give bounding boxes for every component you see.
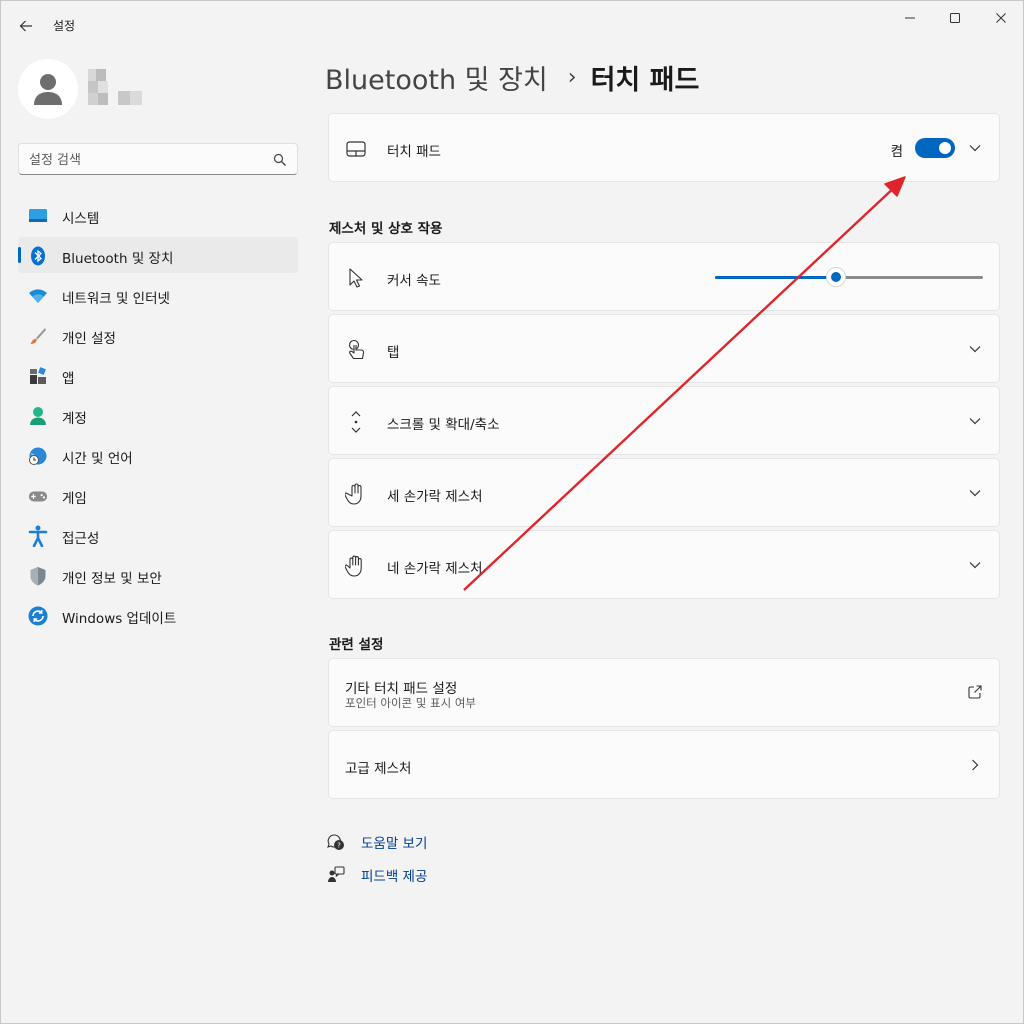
touchpad-toggle-card[interactable]: 터치 패드 켬 (328, 113, 1000, 182)
back-arrow-icon (19, 20, 32, 32)
update-icon (28, 606, 48, 626)
sidebar-item-gaming[interactable]: 게임 (18, 477, 298, 513)
profile-name-redacted (88, 69, 144, 113)
tap-icon (345, 339, 367, 361)
system-icon (28, 206, 48, 226)
advanced-gestures-card[interactable]: 고급 제스처 (328, 730, 1000, 799)
touchpad-label: 터치 패드 (387, 144, 441, 160)
apps-icon (28, 366, 48, 386)
profile-card[interactable] (18, 59, 298, 121)
tap-label: 탭 (387, 345, 400, 361)
sidebar-item-windows-update[interactable]: Windows 업데이트 (18, 597, 298, 633)
avatar (18, 59, 78, 119)
sidebar-nav: 시스템 Bluetooth 및 장치 네트워크 및 인터넷 개인 설정 앱 계정 (18, 197, 298, 637)
accessibility-icon (28, 525, 48, 547)
cursor-icon (345, 267, 367, 289)
title-bar: 설정 (1, 1, 1024, 49)
user-avatar-icon (34, 74, 62, 105)
breadcrumb-parent-link[interactable]: Bluetooth 및 장치 (325, 58, 548, 97)
sidebar-item-privacy[interactable]: 개인 정보 및 보안 (18, 557, 298, 593)
search-icon[interactable] (273, 152, 287, 166)
globe-clock-icon (28, 446, 48, 466)
sidebar-item-time-language[interactable]: 시간 및 언어 (18, 437, 298, 473)
sidebar-item-bluetooth[interactable]: Bluetooth 및 장치 (18, 237, 298, 273)
chevron-down-icon[interactable] (967, 140, 983, 156)
scroll-zoom-label: 스크롤 및 확대/축소 (387, 417, 500, 433)
page-title: 터치 패드 (590, 64, 700, 96)
minimize-icon (905, 17, 915, 19)
sidebar-item-label: 개인 정보 및 보안 (62, 571, 162, 587)
sidebar-item-label: 개인 설정 (62, 331, 116, 347)
feedback-link-label[interactable]: 피드백 제공 (361, 865, 427, 885)
maximize-button[interactable] (942, 7, 968, 29)
touchpad-toggle-switch[interactable] (915, 138, 955, 158)
cursor-speed-slider[interactable] (715, 267, 983, 287)
three-finger-card[interactable]: 세 손가락 제스처 (328, 458, 1000, 527)
toggle-state-label: 켬 (890, 144, 903, 160)
sidebar-item-label: 게임 (62, 491, 87, 507)
touchpad-icon (345, 138, 367, 160)
four-finger-label: 네 손가락 제스처 (387, 561, 483, 577)
close-button[interactable] (988, 7, 1014, 29)
wifi-icon (28, 286, 48, 306)
svg-text:?: ? (337, 842, 341, 850)
sidebar-item-network[interactable]: 네트워크 및 인터넷 (18, 277, 298, 313)
three-finger-icon (345, 483, 367, 505)
sidebar-item-system[interactable]: 시스템 (18, 197, 298, 233)
sidebar-item-label: 접근성 (62, 531, 100, 547)
cursor-speed-label: 커서 속도 (387, 273, 441, 289)
back-button[interactable] (15, 15, 37, 37)
slider-thumb[interactable] (826, 267, 846, 287)
sidebar-item-apps[interactable]: 앱 (18, 357, 298, 393)
chevron-right-icon[interactable] (967, 757, 983, 773)
scroll-zoom-card[interactable]: 스크롤 및 확대/축소 (328, 386, 1000, 455)
sidebar-item-label: 시스템 (62, 211, 100, 227)
four-finger-card[interactable]: 네 손가락 제스처 (328, 530, 1000, 599)
sidebar-item-accounts[interactable]: 계정 (18, 397, 298, 433)
bluetooth-icon (28, 246, 48, 266)
section-title-gestures: 제스처 및 상호 작용 (329, 221, 443, 237)
sidebar-item-label: 시간 및 언어 (62, 451, 133, 467)
chevron-down-icon[interactable] (967, 413, 983, 429)
gamepad-icon (28, 486, 48, 506)
sidebar-item-accessibility[interactable]: 접근성 (18, 517, 298, 553)
help-link[interactable]: ? 도움말 보기 (327, 831, 427, 853)
sidebar-item-personalization[interactable]: 개인 설정 (18, 317, 298, 353)
breadcrumb: Bluetooth 및 장치 › 터치 패드 (325, 57, 699, 97)
help-link-label[interactable]: 도움말 보기 (361, 832, 427, 852)
sidebar-item-label: Bluetooth 및 장치 (62, 251, 174, 267)
tap-card[interactable]: 탭 (328, 314, 1000, 383)
three-finger-label: 세 손가락 제스처 (387, 489, 483, 505)
feedback-icon (327, 866, 345, 884)
help-icon: ? (327, 833, 345, 851)
external-link-icon[interactable] (967, 684, 983, 700)
four-finger-icon (345, 555, 367, 577)
chevron-down-icon[interactable] (967, 485, 983, 501)
search-input[interactable] (29, 150, 269, 170)
shield-icon (28, 566, 48, 586)
cursor-speed-card: 커서 속도 (328, 242, 1000, 311)
sidebar-item-label: 계정 (62, 411, 87, 427)
app-title: 설정 (53, 19, 76, 33)
section-title-related: 관련 설정 (329, 637, 384, 653)
more-touchpad-settings-subtitle: 포인터 아이콘 및 표시 여부 (345, 696, 477, 710)
more-touchpad-settings-card[interactable]: 기타 터치 패드 설정 포인터 아이콘 및 표시 여부 (328, 658, 1000, 727)
close-icon (996, 13, 1006, 23)
more-touchpad-settings-title: 기타 터치 패드 설정 (345, 681, 458, 697)
chevron-down-icon[interactable] (967, 341, 983, 357)
minimize-button[interactable] (897, 7, 923, 29)
advanced-gestures-label: 고급 제스처 (345, 761, 412, 777)
chevron-down-icon[interactable] (967, 557, 983, 573)
account-icon (28, 406, 48, 426)
search-box[interactable] (18, 143, 298, 175)
maximize-icon (950, 13, 960, 23)
brush-icon (28, 326, 48, 346)
scroll-icon (345, 411, 367, 433)
sidebar-item-label: 네트워크 및 인터넷 (62, 291, 170, 307)
breadcrumb-separator-icon: › (567, 64, 577, 90)
feedback-link[interactable]: 피드백 제공 (327, 864, 427, 886)
sidebar-item-label: 앱 (62, 371, 75, 387)
sidebar-item-label: Windows 업데이트 (62, 611, 177, 627)
